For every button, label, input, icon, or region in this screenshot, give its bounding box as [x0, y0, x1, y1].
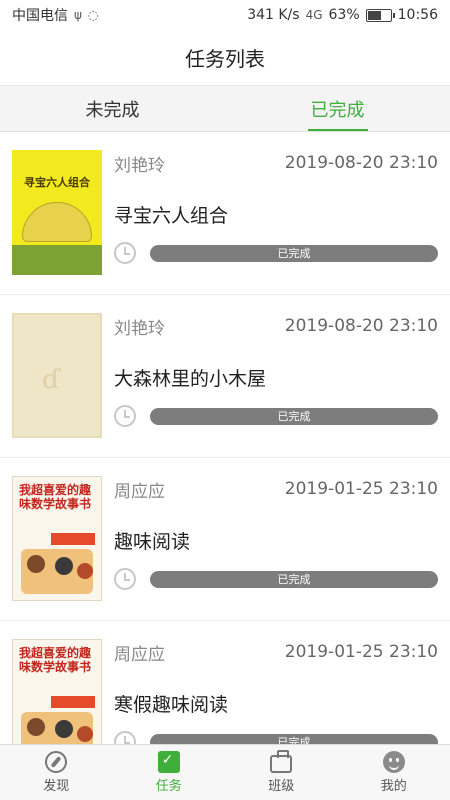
compass-icon [45, 751, 68, 773]
task-title: 寒假趣味阅读 [114, 694, 229, 716]
task-teacher: 刘艳玲 [114, 318, 165, 339]
signal-4g-icon: 4G [305, 8, 323, 22]
cover-strip [12, 245, 102, 275]
nav-tasks[interactable]: 任务 [113, 745, 226, 800]
carrier-label: 中国电信 [12, 8, 68, 24]
task-info: 周应应 2019-01-25 23:10 寒假趣味阅读 已完成 [102, 639, 438, 744]
cover-figure [55, 720, 73, 738]
book-cover-image: 寻宝六人组合 [12, 150, 102, 275]
clock-icon [114, 242, 136, 264]
task-info: 刘艳玲 2019-08-20 23:10 寻宝六人组合 已完成 [102, 150, 438, 294]
task-title: 寻宝六人组合 [114, 205, 229, 227]
task-list: 寻宝六人组合 刘艳玲 2019-08-20 23:10 寻宝六人组合 已完成 ɗ… [0, 132, 450, 744]
task-datetime: 2019-01-25 23:10 [284, 479, 438, 499]
nav-class[interactable]: 班级 [225, 745, 338, 800]
tab-incomplete[interactable]: 未完成 [0, 86, 225, 131]
nav-me[interactable]: 我的 [338, 745, 450, 800]
sync-icon: ◌ [87, 8, 99, 22]
task-item[interactable]: ɗ 刘艳玲 2019-08-20 23:10 大森林里的小木屋 已完成 [0, 295, 450, 458]
task-item[interactable]: 我超喜爱的趣味数学故事书 周应应 2019-01-25 23:10 寒假趣味阅读… [0, 621, 450, 744]
tab-completed[interactable]: 已完成 [225, 86, 450, 131]
cover-band [51, 696, 95, 708]
cover-figure [27, 718, 45, 736]
cover-figure [55, 557, 73, 575]
nav-discover[interactable]: 发现 [0, 745, 113, 800]
usb-icon: ψ [74, 8, 82, 22]
task-datetime: 2019-01-25 23:10 [284, 642, 438, 662]
nav-label: 班级 [268, 779, 295, 794]
me-icon [382, 751, 405, 773]
task-info: 周应应 2019-01-25 23:10 趣味阅读 已完成 [102, 476, 438, 620]
task-title: 趣味阅读 [114, 531, 191, 553]
task-datetime: 2019-08-20 23:10 [284, 316, 438, 336]
task-title: 大森林里的小木屋 [114, 368, 267, 390]
battery-fill [367, 10, 381, 20]
clock-icon [114, 405, 136, 427]
task-datetime: 2019-08-20 23:10 [284, 153, 438, 173]
cover-band [51, 533, 95, 545]
nav-label: 我的 [380, 779, 407, 794]
cover-figure [77, 563, 93, 579]
cover-title: 我超喜爱的趣味数学故事书 [19, 646, 92, 674]
network-speed: 341 K/s [247, 7, 300, 23]
status-badge: 已完成 [150, 733, 438, 744]
task-item[interactable]: 寻宝六人组合 刘艳玲 2019-08-20 23:10 寻宝六人组合 已完成 [0, 132, 450, 295]
book-cover-image: 我超喜爱的趣味数学故事书 [12, 476, 102, 601]
cover-title: 寻宝六人组合 [24, 176, 90, 189]
status-badge: 已完成 [150, 244, 438, 262]
status-left: 中国电信 ψ ◌ [12, 5, 98, 25]
task-icon [157, 751, 180, 773]
status-badge: 已完成 [150, 570, 438, 588]
clock-icon [114, 568, 136, 590]
task-teacher: 周应应 [114, 644, 165, 665]
page-title: 任务列表 [0, 30, 450, 86]
battery-percent: 63% [328, 7, 360, 23]
clock-time: 10:56 [397, 7, 438, 23]
task-teacher: 刘艳玲 [114, 155, 165, 176]
cover-title: 我超喜爱的趣味数学故事书 [19, 483, 92, 511]
nav-label: 任务 [155, 779, 182, 794]
status-right: 341 K/s 4G 63% 10:56 [247, 7, 438, 23]
task-teacher: 周应应 [114, 481, 165, 502]
book-cover-image: 我超喜爱的趣味数学故事书 [12, 639, 102, 744]
cover-figure [27, 555, 45, 573]
bottom-nav: 发现 任务 班级 我的 [0, 744, 450, 800]
cover-illustration [22, 202, 92, 242]
nav-label: 发现 [43, 779, 70, 794]
class-icon [270, 750, 293, 773]
status-bar: 中国电信 ψ ◌ 341 K/s 4G 63% 10:56 [0, 0, 450, 30]
cover-figure [77, 726, 93, 742]
book-cover-placeholder: ɗ [12, 313, 102, 438]
clock-icon [114, 731, 136, 744]
tab-bar: 未完成 已完成 [0, 86, 450, 132]
placeholder-logo-icon: ɗ [42, 365, 60, 395]
task-info: 刘艳玲 2019-08-20 23:10 大森林里的小木屋 已完成 [102, 313, 438, 457]
status-badge: 已完成 [150, 407, 438, 425]
battery-icon [365, 8, 395, 22]
task-item[interactable]: 我超喜爱的趣味数学故事书 周应应 2019-01-25 23:10 趣味阅读 已… [0, 458, 450, 621]
